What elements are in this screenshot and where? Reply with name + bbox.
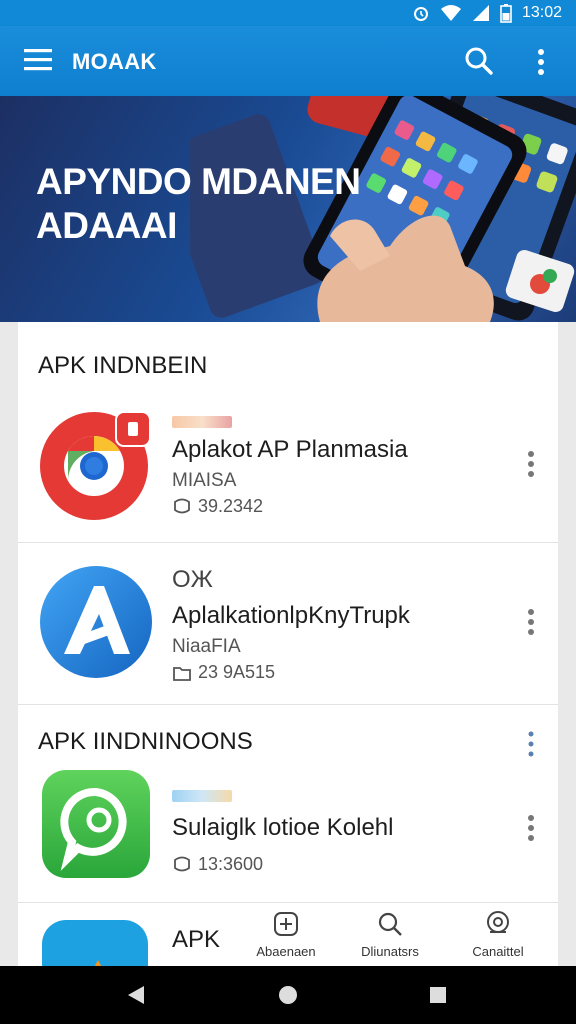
content-card: APK INDNBEIN Aplakot AP Planmasia MIAISA…: [18, 322, 558, 1000]
app-meta-value: 23 9A515: [198, 662, 276, 682]
rating-icon: [174, 498, 190, 513]
more-vert-icon[interactable]: [526, 730, 536, 758]
wifi-icon: [440, 5, 461, 21]
app-top-label: OЖ: [172, 566, 213, 593]
menu-icon[interactable]: [24, 48, 54, 72]
app-meta: 13:3600: [172, 854, 263, 875]
add-box-icon: [274, 912, 298, 936]
app-developer: NiaaFIA: [172, 636, 241, 657]
system-nav-bar: [0, 966, 576, 1024]
alarm-icon: [413, 7, 428, 21]
more-vert-icon[interactable]: [532, 48, 550, 76]
hero-headline-line1: APYNDO MDANEN: [36, 161, 361, 202]
recents-icon[interactable]: [429, 986, 447, 1004]
status-bar: 13:02: [0, 0, 576, 26]
home-icon[interactable]: [278, 985, 298, 1005]
app-meta: 23 9A515: [172, 662, 275, 683]
app-title: MOAAK: [72, 49, 157, 74]
bottom-tab-bar: Abaenaen Dliunatsrs Canaittel: [230, 904, 558, 966]
section-title-2: APK IINDNINOONS: [38, 728, 253, 755]
app-name: APK: [172, 926, 221, 953]
battery-icon: [500, 4, 512, 23]
tab-label: Dliunatsrs: [361, 944, 419, 959]
app-meta-value: 39.2342: [198, 496, 264, 516]
more-vert-icon[interactable]: [526, 608, 536, 636]
tab-search[interactable]: Dliunatsrs: [340, 904, 440, 966]
app-name: Sulaiglk lotioe Kolehl: [172, 814, 394, 841]
tab-account[interactable]: Canaittel: [448, 904, 548, 966]
hero-headline: APYNDO MDANEN ADAAAI: [36, 160, 396, 248]
search-icon[interactable]: [464, 46, 494, 76]
app-name: AplalkationlpKnyTrupk: [172, 602, 410, 629]
section-title-1: APK INDNBEIN: [38, 352, 208, 379]
list-item[interactable]: Aplakot AP Planmasia MIAISA 39.2342: [18, 398, 558, 543]
tab-add[interactable]: Abaenaen: [236, 904, 336, 966]
app-meta-value: 13:3600: [198, 854, 264, 874]
tab-label: Canaittel: [472, 944, 524, 959]
rating-icon: [174, 856, 190, 871]
back-icon[interactable]: [126, 985, 146, 1005]
search-icon: [378, 912, 402, 936]
chrome-app-icon: [40, 411, 151, 520]
app-bar: MOAAK: [0, 26, 576, 96]
tab-label: Abaenaen: [256, 944, 316, 959]
app-meta: 39.2342: [172, 496, 263, 517]
app-tag: [172, 790, 232, 802]
account-icon: [487, 911, 509, 933]
more-vert-icon[interactable]: [526, 814, 536, 842]
list-item[interactable]: OЖ AplalkationlpKnyTrupk NiaaFIA 23 9A51…: [18, 542, 558, 705]
app-tag: [172, 416, 232, 428]
whatsapp-app-icon: [42, 770, 150, 878]
a-app-icon: [40, 566, 152, 678]
folder-icon: [173, 666, 191, 681]
hero-headline-line2: ADAAAI: [36, 205, 177, 246]
list-item[interactable]: Sulaiglk lotioe Kolehl 13:3600: [18, 762, 558, 903]
app-developer: MIAISA: [172, 470, 237, 491]
hero-banner[interactable]: APYNDO MDANEN ADAAAI: [0, 96, 576, 322]
app-name: Aplakot AP Planmasia: [172, 436, 408, 463]
more-vert-icon[interactable]: [526, 450, 536, 478]
signal-icon: [472, 5, 489, 21]
status-time: 13:02: [521, 4, 562, 21]
